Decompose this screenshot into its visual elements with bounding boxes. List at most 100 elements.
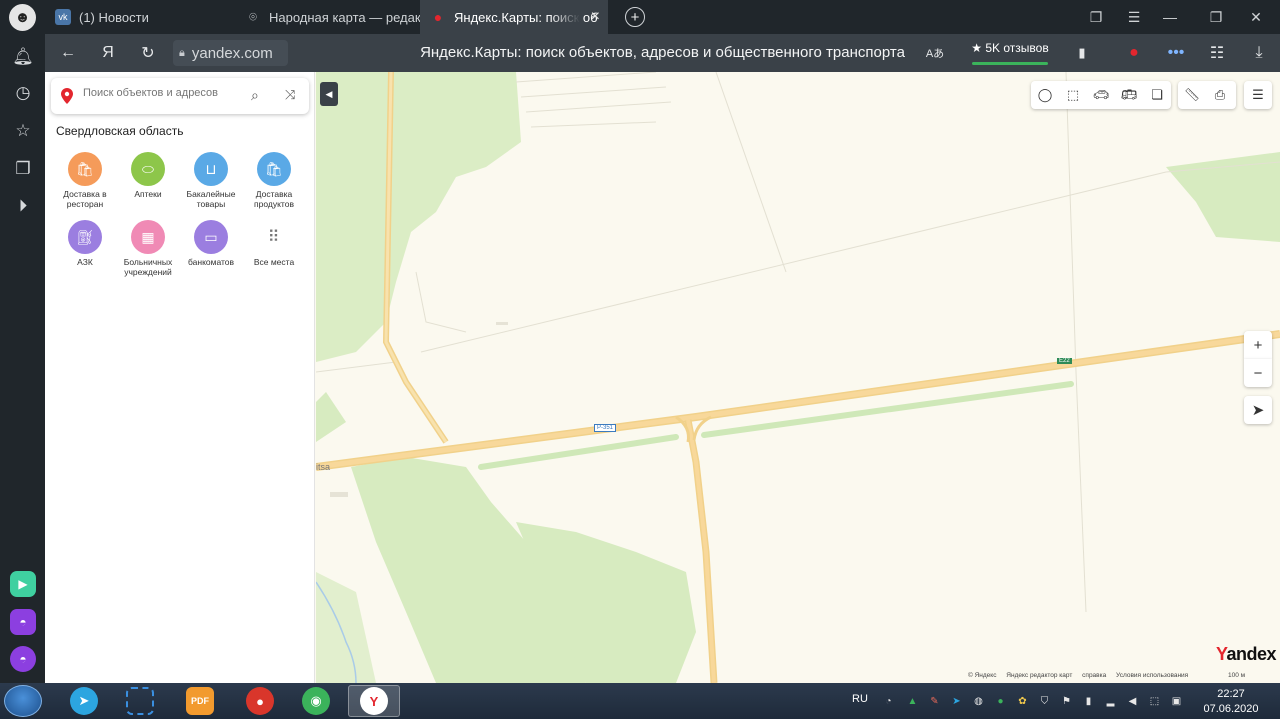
tab-yandex-maps[interactable]: ● Яндекс.Карты: поиск об × bbox=[420, 0, 608, 34]
map-tools-toolbar: 📏︎ ⎙ bbox=[1178, 81, 1236, 109]
collapse-panel-button[interactable]: ◀ bbox=[320, 82, 338, 106]
category-all-places[interactable]: ⠿ Все места bbox=[242, 220, 306, 268]
windows-taskbar: ➤ PDF ● ◉ Y RU ◔ ▲ ✎ ➤ ◍ ● ✿ ⛉ ⚑ ▮ ▂ ◀ ⬚… bbox=[0, 683, 1280, 719]
copy-icon[interactable]: ❐ bbox=[1085, 6, 1107, 28]
taskbar-pdf[interactable]: PDF bbox=[174, 685, 226, 717]
editor-link[interactable]: Яндекс редактор карт bbox=[1006, 672, 1072, 679]
logo-rest: andex bbox=[1226, 644, 1277, 664]
play-icon[interactable]: ⏵ bbox=[10, 193, 36, 219]
zoom-out-button[interactable]: − bbox=[1244, 359, 1272, 387]
tray-tools-icon[interactable]: ✎ bbox=[928, 695, 941, 708]
tab-label: (1) Новости bbox=[79, 9, 149, 25]
category-pharmacies[interactable]: ⬭ Аптеки bbox=[116, 152, 180, 200]
search-icon[interactable]: ⌕ bbox=[251, 87, 259, 104]
tray-shield-icon[interactable]: ⛉ bbox=[1038, 695, 1051, 708]
taskbar-radio[interactable]: ◉ bbox=[290, 685, 342, 717]
app-icon-green[interactable]: ▶ bbox=[10, 571, 36, 597]
close-tab-icon[interactable]: × bbox=[591, 8, 600, 26]
map-pin-red-icon: ● bbox=[433, 9, 443, 25]
map-pin-outline-icon: ⌾ bbox=[249, 9, 257, 24]
tray-green-icon[interactable]: ▲ bbox=[906, 695, 919, 708]
maps-extension-icon[interactable]: ● bbox=[1123, 42, 1145, 64]
tray-network-icon[interactable]: ▣ bbox=[1170, 695, 1183, 708]
route-icon[interactable]: ⤨ bbox=[285, 87, 295, 103]
tray-drop-icon[interactable]: ● bbox=[994, 695, 1007, 708]
tray-flag-icon[interactable]: ⚑ bbox=[1060, 695, 1073, 708]
zoom-in-button[interactable]: + bbox=[1244, 331, 1272, 359]
taskbar-telegram[interactable]: ➤ bbox=[58, 685, 110, 717]
layers-icon[interactable]: ❏ bbox=[1143, 81, 1171, 109]
browser-sidebar: ☻ 🔔︎ ◷ ☆ ❐ ⏵ ▶ ◓ ◓ bbox=[0, 0, 45, 683]
hamburger-menu-icon[interactable]: ☰ bbox=[1244, 81, 1272, 109]
category-label: Доставка в ресторан bbox=[63, 189, 107, 209]
reviews-badge[interactable]: ★ 5K отзывов bbox=[970, 39, 1050, 65]
map-layers-toolbar: ◯ ⬚ 🚗︎ 🚌︎ ❏ bbox=[1031, 81, 1171, 109]
atm-icon: ▭ bbox=[194, 220, 228, 254]
bookmark-icon[interactable]: ▮ bbox=[1071, 42, 1093, 64]
category-atm[interactable]: ▭ банкоматов bbox=[179, 220, 243, 268]
category-gas-stations[interactable]: ⛽︎ АЗК bbox=[53, 220, 117, 268]
start-button[interactable] bbox=[4, 685, 42, 717]
category-food-delivery[interactable]: 🛍︎ Доставка продуктов bbox=[242, 152, 306, 209]
geolocation-icon[interactable]: ➤ bbox=[1244, 396, 1272, 424]
menu-icon[interactable]: ☰ bbox=[1123, 6, 1145, 28]
star-icon[interactable]: ☆ bbox=[10, 118, 36, 144]
more-dots-icon[interactable]: ••• bbox=[1165, 42, 1187, 64]
url-field[interactable]: 🔒︎ yandex.com bbox=[173, 40, 288, 66]
collections-icon[interactable]: ❐ bbox=[10, 156, 36, 182]
clock-time: 22:27 bbox=[1217, 688, 1245, 700]
language-indicator[interactable]: RU bbox=[852, 693, 868, 705]
tray-telegram-icon[interactable]: ➤ bbox=[950, 695, 963, 708]
tab-strip: vk (1) Новости ⌾ Народная карта — редакт… bbox=[45, 0, 1280, 34]
tab-news[interactable]: vk (1) Новости bbox=[45, 0, 235, 34]
panorama-icon[interactable]: ◯ bbox=[1031, 81, 1059, 109]
minimize-icon[interactable]: — bbox=[1159, 6, 1181, 28]
help-link[interactable]: справка bbox=[1082, 672, 1106, 679]
tray-flower-icon[interactable]: ✿ bbox=[1016, 695, 1029, 708]
yandex-button[interactable]: Я bbox=[97, 42, 119, 64]
traffic-icon[interactable]: 🚗︎ bbox=[1087, 81, 1115, 109]
search-input[interactable] bbox=[81, 86, 241, 100]
close-window-icon[interactable]: ✕ bbox=[1245, 6, 1267, 28]
system-clock[interactable]: 22:27 07.06.2020 bbox=[1196, 687, 1266, 717]
history-icon[interactable]: ◷ bbox=[10, 80, 36, 106]
tray-volume-icon[interactable]: ◀ bbox=[1126, 695, 1139, 708]
tray-signal-icon[interactable]: ▂ bbox=[1104, 695, 1117, 708]
back-arrow-icon[interactable]: ← bbox=[57, 42, 79, 64]
translate-icon[interactable]: Aあ bbox=[925, 42, 945, 64]
pill-icon: ⬭ bbox=[131, 152, 165, 186]
map-canvas[interactable]: Р-351 E22 itsa bbox=[316, 72, 1280, 683]
taskbar-yandex-browser[interactable]: Y bbox=[348, 685, 400, 717]
category-label: Больничных учреждений bbox=[123, 257, 173, 277]
restore-icon[interactable]: ❐ bbox=[1205, 6, 1227, 28]
tray-battery-icon[interactable]: ▮ bbox=[1082, 695, 1095, 708]
tray-globe-icon[interactable]: ◍ bbox=[972, 695, 985, 708]
category-label: Доставка продуктов bbox=[254, 189, 294, 209]
tray-gauge-icon[interactable]: ◔ bbox=[882, 695, 895, 708]
alice-icon[interactable]: ◓ bbox=[10, 646, 36, 672]
taskbar-screenshot[interactable] bbox=[114, 685, 166, 717]
clock-date: 07.06.2020 bbox=[1203, 703, 1259, 715]
ruler-icon[interactable]: 📏︎ bbox=[1178, 81, 1206, 109]
map-attribution: © Яндекс Яндекс редактор карт справка Ус… bbox=[968, 672, 1196, 679]
category-grocery[interactable]: ⊔ Бакалейные товары bbox=[179, 152, 243, 209]
print-icon[interactable]: ⎙ bbox=[1206, 81, 1234, 109]
category-restaurant-delivery[interactable]: 🛍︎ Доставка в ресторан bbox=[53, 152, 117, 209]
new-tab-button[interactable]: + bbox=[625, 7, 645, 27]
tray-capture-icon[interactable]: ⬚ bbox=[1148, 695, 1161, 708]
map-layer-icon[interactable]: ⬚ bbox=[1059, 81, 1087, 109]
copyright-text: © Яндекс bbox=[968, 672, 997, 679]
reader-icon[interactable]: ☷ bbox=[1205, 42, 1229, 64]
terms-link[interactable]: Условия использования bbox=[1116, 672, 1188, 679]
reload-icon[interactable]: ↻ bbox=[137, 42, 159, 64]
app-icon-purple[interactable]: ◓ bbox=[10, 609, 36, 635]
bell-icon[interactable]: 🔔︎ bbox=[10, 44, 36, 70]
profile-avatar[interactable]: ☻ bbox=[9, 4, 36, 31]
category-label: Аптеки bbox=[134, 189, 162, 199]
transport-icon[interactable]: 🚌︎ bbox=[1115, 81, 1143, 109]
download-icon[interactable]: ⤓ bbox=[1248, 42, 1270, 64]
category-hospitals[interactable]: ▦ Больничных учреждений bbox=[116, 220, 180, 277]
tab-map-editor[interactable]: ⌾ Народная карта — редакт bbox=[235, 0, 420, 34]
dots-grid-icon: ⠿ bbox=[257, 220, 291, 254]
taskbar-ladybug[interactable]: ● bbox=[234, 685, 286, 717]
